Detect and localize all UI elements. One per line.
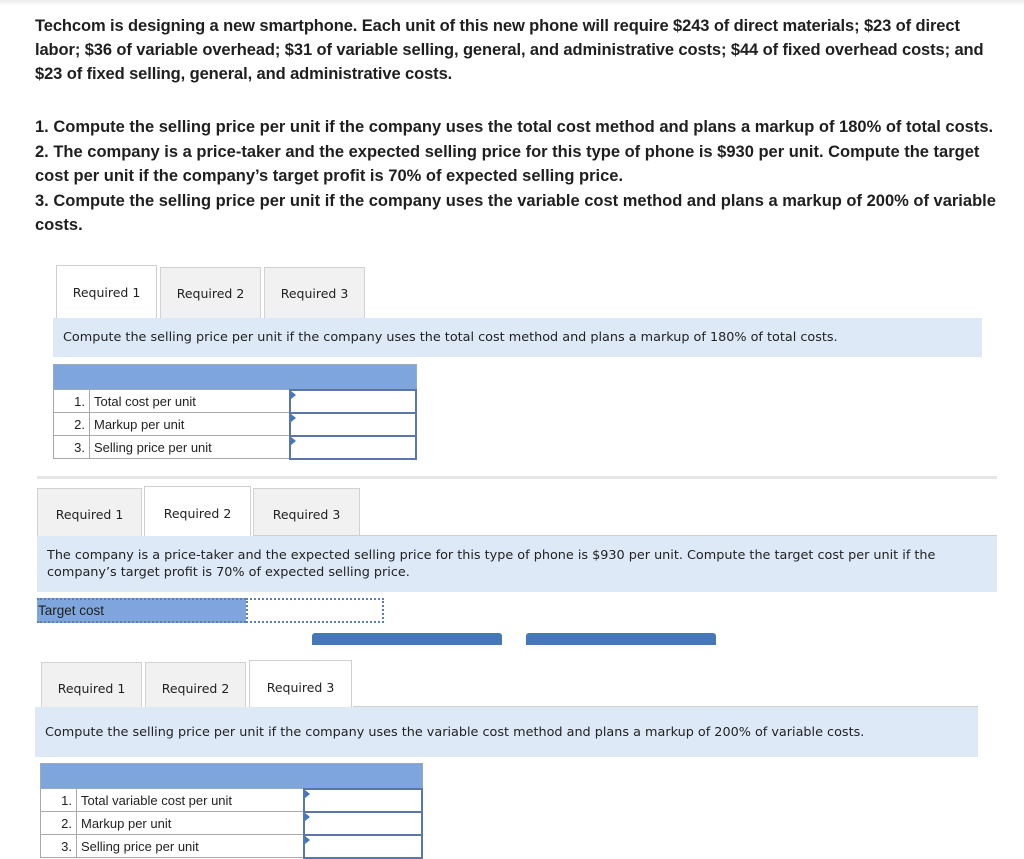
table-row: 2. Markup per unit [53,411,417,437]
answer-cell [288,388,417,414]
top-bar [0,0,1024,6]
section1-instruction: Compute the selling price per unit if th… [53,318,982,357]
tab-required-2[interactable]: Required 2 [160,267,261,319]
answer-cell [288,434,417,460]
section1-tabs: Required 1 Required 2 Required 3 [56,265,368,319]
answer-cell [302,787,423,813]
row-number: 2. [40,811,77,835]
section3-instruction: Compute the selling price per unit if th… [35,707,978,757]
row-label: Markup per unit [89,412,290,436]
answer-cell [302,833,423,859]
section2-tabs: Required 1 Required 2 Required 3 [37,486,363,540]
total-variable-cost-per-unit-input[interactable] [304,790,421,810]
section-divider [37,476,997,479]
question-3: 3. Compute the selling price per unit if… [35,191,996,235]
selling-price-per-unit-input[interactable] [290,437,415,457]
tab-required-3[interactable]: Required 3 [264,267,365,319]
tab-required-2[interactable]: Required 2 [144,486,251,540]
section1-answer-table: 1. Total cost per unit 2. Markup per uni… [53,364,417,460]
answer-cell [288,411,417,437]
row-number: 2. [53,412,90,436]
flag-icon [290,436,296,445]
problem-statement: Techcom is designing a new smartphone. E… [35,17,984,83]
tab-required-1[interactable]: Required 1 [56,265,157,319]
flag-icon [290,413,296,422]
row-label: Markup per unit [76,811,304,835]
flag-icon [304,812,310,821]
question-list: 1. Compute the selling price per unit if… [35,115,1005,238]
answer-cell [302,810,423,836]
section3-answer-table: 1. Total variable cost per unit 2. Marku… [40,763,423,859]
section3-tabs: Required 1 Required 2 Required 3 [41,660,355,714]
row-number: 3. [53,435,90,459]
row-number: 3. [40,834,77,858]
table-row: 2. Markup per unit [40,810,423,836]
tab-required-3[interactable]: Required 3 [253,488,360,540]
flag-icon [304,835,310,844]
question-1: 1. Compute the selling price per unit if… [35,118,994,136]
table-row: 3. Selling price per unit [40,833,423,859]
question-2: 2. The company is a price-taker and the … [35,142,980,186]
table-row: 1. Total variable cost per unit [40,787,423,813]
markup-per-unit-input[interactable] [290,414,415,434]
flag-icon [304,789,310,798]
target-cost-row: Target cost [37,598,384,623]
table-row: 3. Selling price per unit [53,434,417,460]
target-cost-input[interactable] [248,600,382,621]
section2-instruction: The company is a price-taker and the exp… [37,536,997,592]
prev-required-button[interactable] [312,633,502,645]
row-label: Selling price per unit [89,435,290,459]
row-number: 1. [40,788,77,812]
target-cost-cell [246,598,384,623]
row-number: 1. [53,389,90,413]
tab-required-3[interactable]: Required 3 [249,660,352,714]
table-header [53,364,417,390]
target-cost-label: Target cost [37,598,246,623]
table-row: 1. Total cost per unit [53,388,417,414]
row-label: Selling price per unit [76,834,304,858]
table-header [40,763,423,789]
next-required-button[interactable] [526,633,716,645]
row-label: Total variable cost per unit [76,788,304,812]
tab-required-1[interactable]: Required 1 [37,488,142,540]
row-label: Total cost per unit [89,389,290,413]
markup-per-unit-input[interactable] [304,813,421,833]
total-cost-per-unit-input[interactable] [290,391,415,411]
flag-icon [290,390,296,399]
